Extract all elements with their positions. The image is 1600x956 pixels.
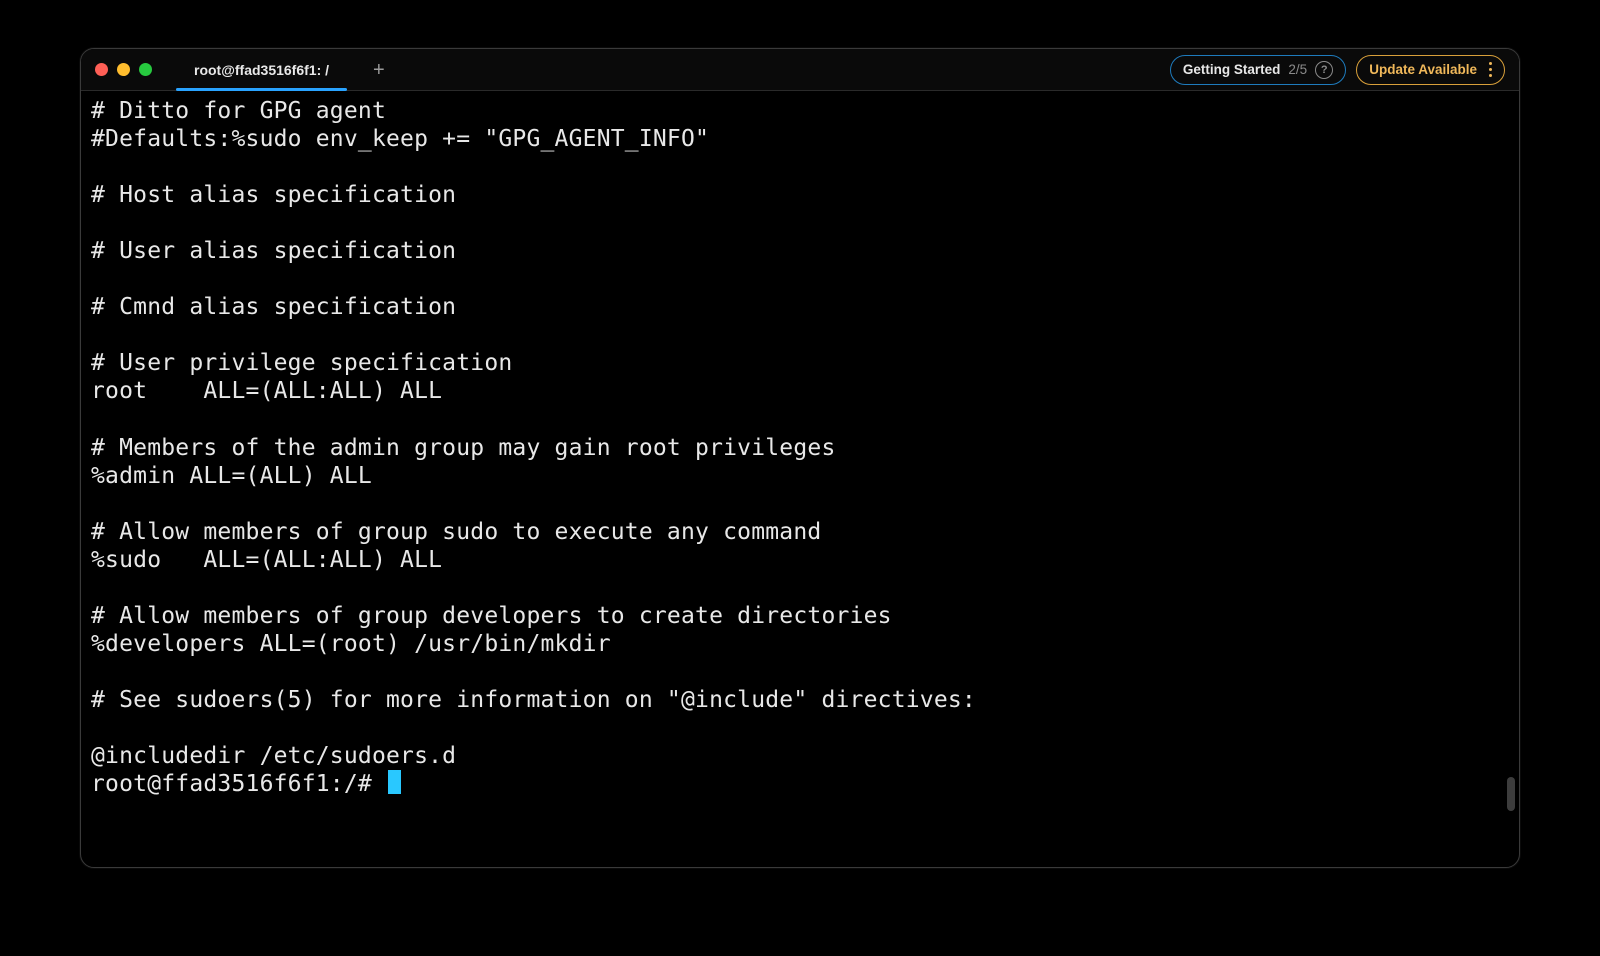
cursor-icon <box>388 770 401 794</box>
shell-prompt: root@ffad3516f6f1:/# <box>91 771 386 797</box>
terminal-body[interactable]: # Ditto for GPG agent #Defaults:%sudo en… <box>81 91 1519 867</box>
kebab-icon <box>1489 62 1492 77</box>
terminal-lines: # Ditto for GPG agent #Defaults:%sudo en… <box>91 98 976 769</box>
help-icon: ? <box>1315 61 1333 79</box>
traffic-lights <box>95 63 152 76</box>
getting-started-label: Getting Started <box>1183 62 1281 77</box>
terminal-window: root@ffad3516f6f1: / + Getting Started 2… <box>80 48 1520 868</box>
titlebar: root@ffad3516f6f1: / + Getting Started 2… <box>81 49 1519 91</box>
tab-terminal[interactable]: root@ffad3516f6f1: / <box>176 49 347 90</box>
terminal-output: # Ditto for GPG agent #Defaults:%sudo en… <box>91 97 1509 798</box>
getting-started-count: 2/5 <box>1288 62 1307 77</box>
plus-icon: + <box>373 59 385 81</box>
new-tab-button[interactable]: + <box>365 56 393 84</box>
close-icon[interactable] <box>95 63 108 76</box>
update-label: Update Available <box>1369 62 1477 77</box>
scrollbar-thumb[interactable] <box>1507 777 1515 811</box>
getting-started-button[interactable]: Getting Started 2/5 ? <box>1170 55 1346 85</box>
update-available-button[interactable]: Update Available <box>1356 55 1505 85</box>
zoom-icon[interactable] <box>139 63 152 76</box>
tab-title: root@ffad3516f6f1: / <box>194 62 329 78</box>
minimize-icon[interactable] <box>117 63 130 76</box>
